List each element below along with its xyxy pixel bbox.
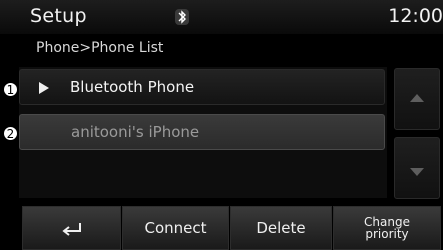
list-item-label: Bluetooth Phone [70, 78, 195, 96]
chevron-up-icon [410, 94, 424, 102]
list-item-label: anitooni's iPhone [71, 123, 200, 141]
page-title: Setup [30, 5, 87, 27]
change-priority-button[interactable]: Change priority [333, 206, 441, 250]
list-item[interactable]: anitooni's iPhone [19, 114, 385, 150]
delete-button[interactable]: Delete [230, 206, 332, 250]
phone-list: Bluetooth Phone anitooni's iPhone [19, 67, 387, 198]
clock: 12:00 [388, 5, 443, 27]
connect-button[interactable]: Connect [122, 206, 229, 250]
callout-marker: 2 [3, 126, 18, 141]
change-priority-label-line2: priority [365, 227, 409, 241]
callout-marker: 1 [3, 82, 18, 97]
bottom-toolbar: Connect Delete Change priority [0, 206, 443, 250]
header-bar: Setup 12:00 [0, 0, 443, 34]
breadcrumb: Phone>Phone List [36, 40, 164, 56]
chevron-down-icon [410, 168, 424, 176]
back-arrow-icon [61, 223, 81, 236]
scroll-up-button[interactable] [394, 68, 440, 130]
play-icon [39, 82, 49, 94]
scroll-down-button[interactable] [394, 137, 440, 199]
back-button[interactable] [22, 206, 121, 250]
bluetooth-icon [175, 9, 189, 25]
list-item[interactable]: Bluetooth Phone [19, 69, 385, 105]
